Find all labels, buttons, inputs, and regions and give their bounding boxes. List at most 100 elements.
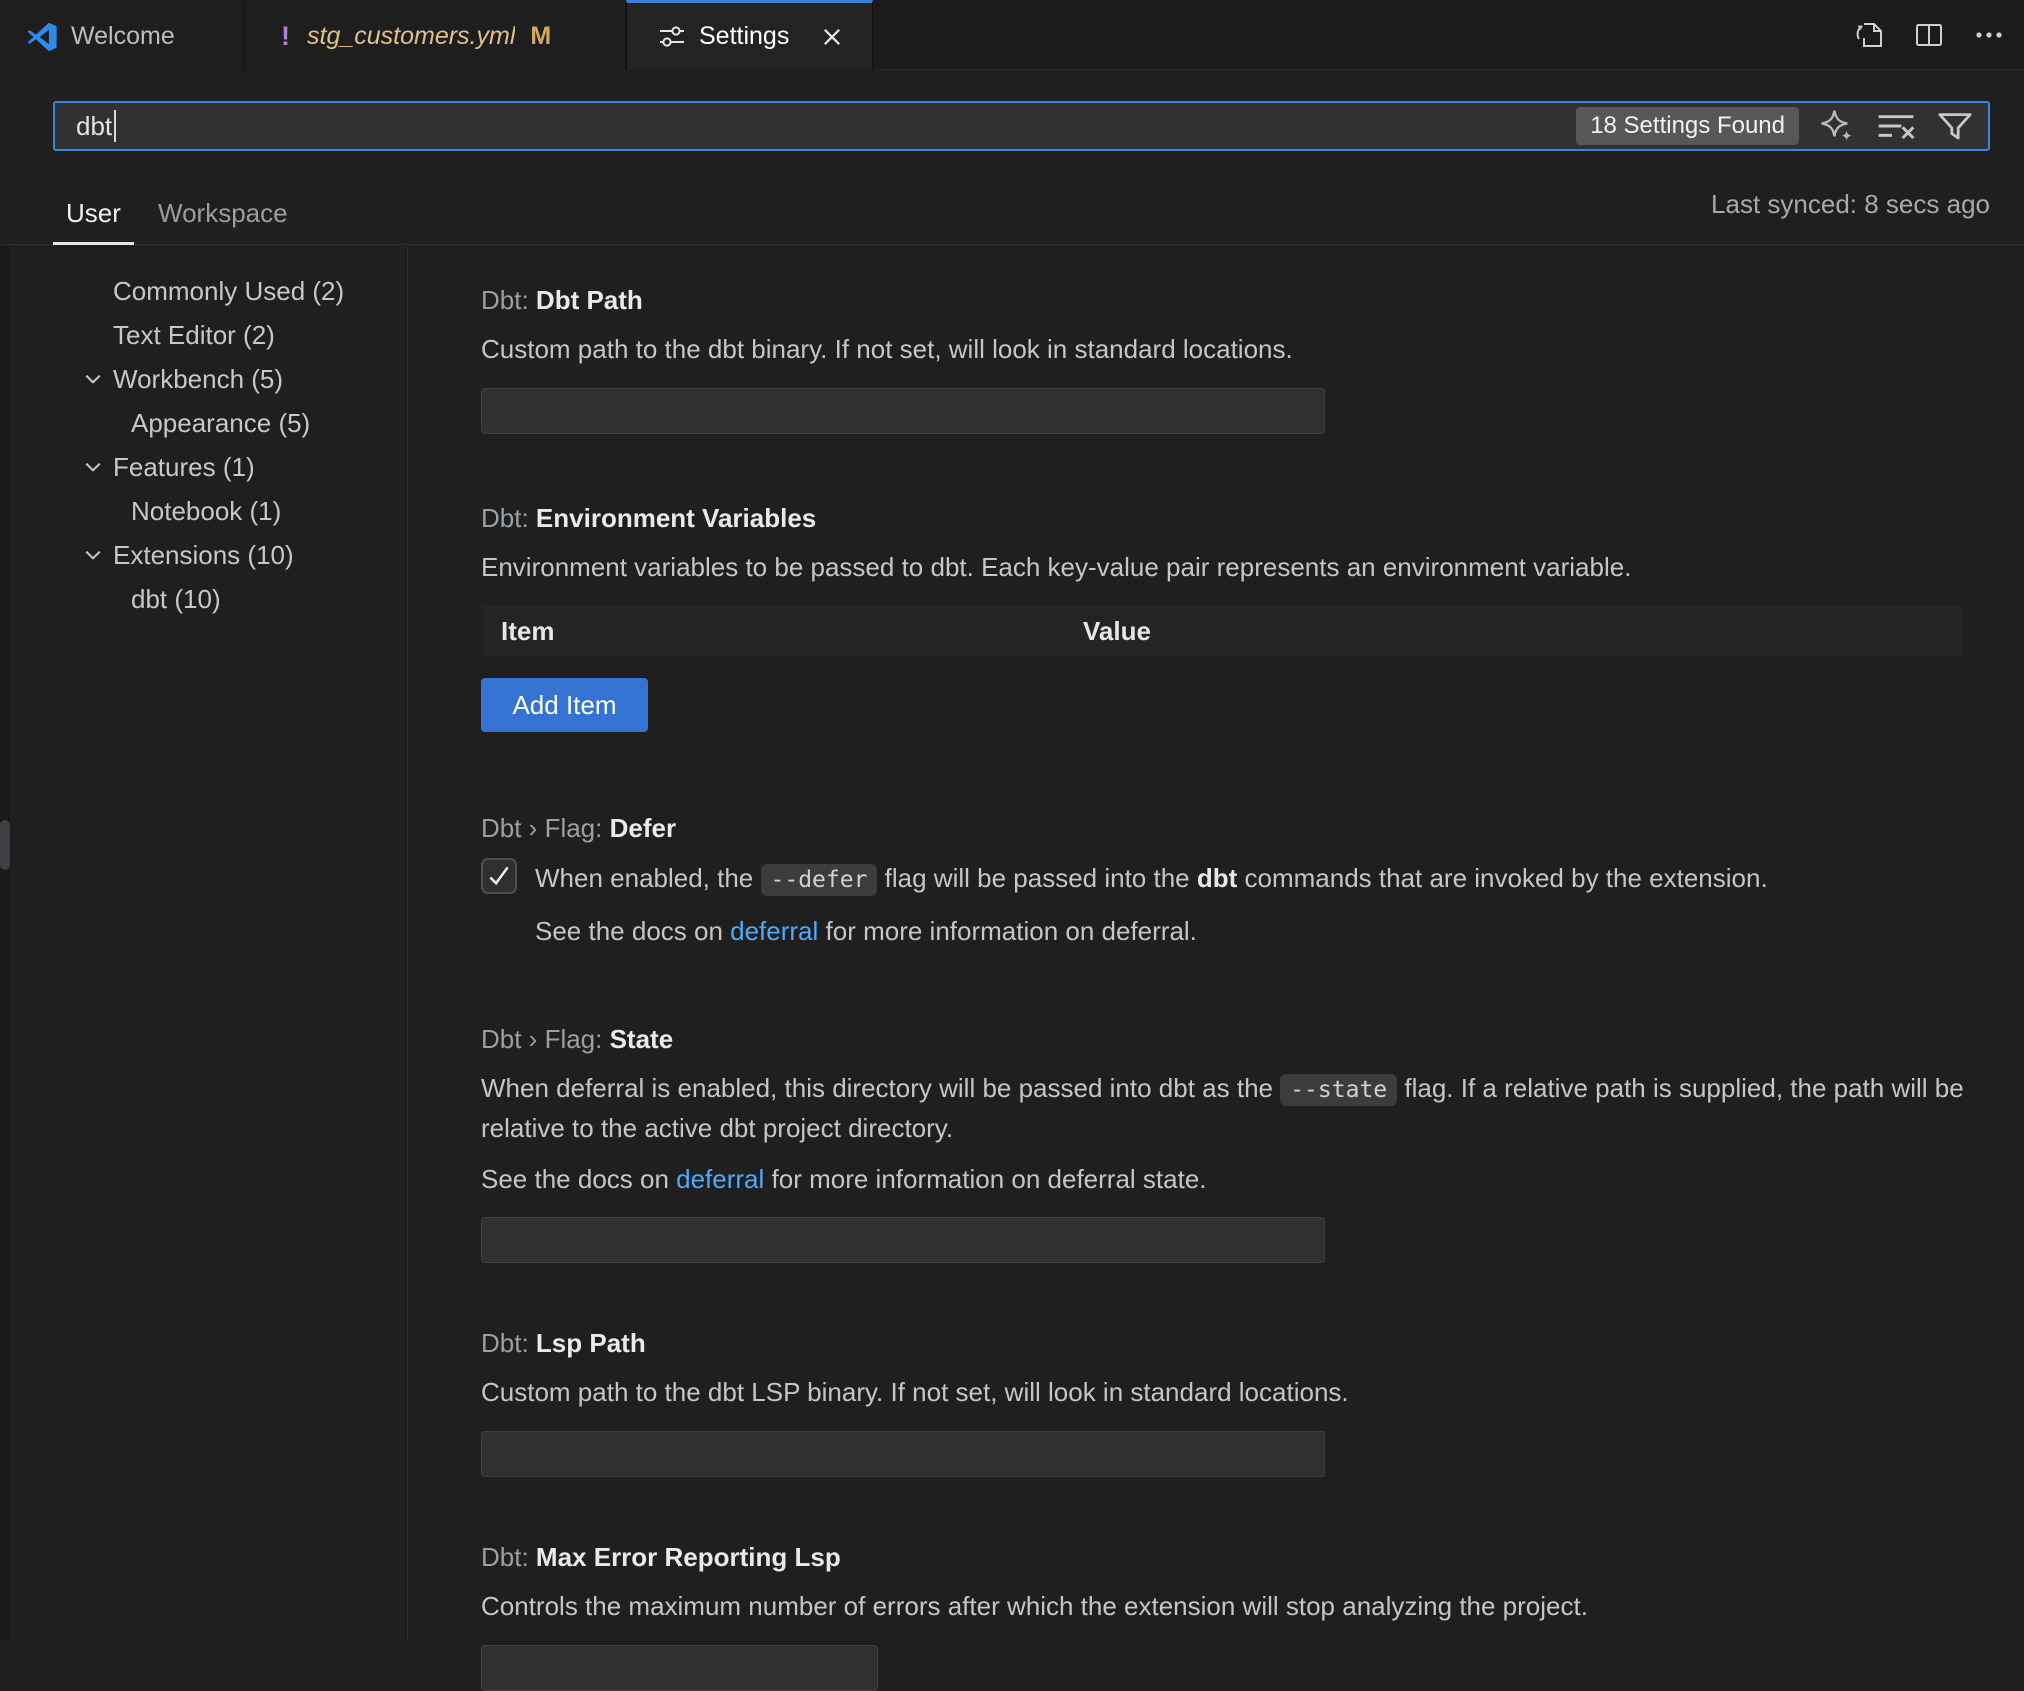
note-text: for more information on deferral state. bbox=[764, 1164, 1206, 1194]
tab-stg-customers[interactable]: ! stg_customers.yml M bbox=[245, 0, 626, 70]
desc-text: When enabled, the bbox=[535, 863, 761, 893]
open-settings-json-icon[interactable] bbox=[1852, 18, 1886, 52]
setting-name: Lsp Path bbox=[536, 1328, 646, 1358]
setting-name: Dbt Path bbox=[536, 285, 643, 315]
setting-category: Dbt: bbox=[481, 503, 536, 533]
state-path-input[interactable] bbox=[481, 1217, 1325, 1263]
toc-label: Workbench (5) bbox=[113, 364, 283, 395]
setting-description: Custom path to the dbt LSP binary. If no… bbox=[481, 1373, 1971, 1411]
column-header-value: Value bbox=[1083, 616, 1151, 647]
chevron-down-icon bbox=[84, 372, 102, 386]
modified-badge: M bbox=[530, 22, 551, 51]
toc-item-dbt[interactable]: dbt (10) bbox=[10, 577, 407, 621]
setting-title: Dbt: Lsp Path bbox=[481, 1326, 1990, 1360]
setting-flag-defer: Dbt › Flag: Defer When enabled, the --de… bbox=[481, 811, 1990, 949]
more-actions-icon[interactable] bbox=[1972, 18, 2006, 52]
note-text: See the docs on bbox=[481, 1164, 676, 1194]
setting-title: Dbt: Environment Variables bbox=[481, 501, 1990, 535]
setting-category: Dbt: bbox=[481, 285, 536, 315]
tab-welcome[interactable]: Welcome bbox=[0, 0, 245, 70]
toc-label: Commonly Used (2) bbox=[113, 276, 344, 307]
deferral-docs-link[interactable]: deferral bbox=[730, 916, 818, 946]
search-query-text: dbt bbox=[76, 111, 112, 142]
toc-label: Text Editor (2) bbox=[113, 320, 275, 351]
left-scroll-rail bbox=[0, 246, 10, 1640]
env-vars-table: Item Value bbox=[481, 606, 1963, 656]
settings-list: Dbt: Dbt Path Custom path to the dbt bin… bbox=[481, 246, 1990, 1691]
toc-item-notebook[interactable]: Notebook (1) bbox=[10, 489, 407, 533]
editor-actions bbox=[1852, 0, 2024, 69]
setting-note: See the docs on deferral for more inform… bbox=[535, 913, 1990, 949]
settings-search-row: dbt 18 Settings Found bbox=[0, 71, 2024, 151]
defer-checkbox-row: When enabled, the --defer flag will be p… bbox=[481, 858, 1990, 899]
problem-marker: ! bbox=[281, 21, 290, 52]
toc-item-appearance[interactable]: Appearance (5) bbox=[10, 401, 407, 445]
toc-item-commonly-used[interactable]: Commonly Used (2) bbox=[10, 269, 407, 313]
setting-title: Dbt: Max Error Reporting Lsp bbox=[481, 1540, 1990, 1574]
setting-description: Environment variables to be passed to db… bbox=[481, 548, 1971, 586]
settings-sliders-icon bbox=[657, 22, 687, 52]
ai-search-sparkle-icon[interactable] bbox=[1816, 105, 1858, 147]
scrollbar-thumb[interactable] bbox=[0, 820, 10, 870]
setting-description: Controls the maximum number of errors af… bbox=[481, 1587, 1971, 1625]
add-item-button[interactable]: Add Item bbox=[481, 678, 648, 732]
setting-dbt-path: Dbt: Dbt Path Custom path to the dbt bin… bbox=[481, 283, 1990, 434]
toc-item-extensions[interactable]: Extensions (10) bbox=[10, 533, 407, 577]
dbt-path-input[interactable] bbox=[481, 388, 1325, 434]
chevron-down-icon bbox=[84, 548, 102, 562]
tab-settings-label: Settings bbox=[699, 22, 789, 51]
setting-name: Max Error Reporting Lsp bbox=[536, 1542, 841, 1572]
setting-description: Custom path to the dbt binary. If not se… bbox=[481, 330, 1971, 368]
setting-title: Dbt › Flag: Defer bbox=[481, 811, 1990, 845]
toc-item-text-editor[interactable]: Text Editor (2) bbox=[10, 313, 407, 357]
editor-tab-bar: Welcome ! stg_customers.yml M Settings bbox=[0, 0, 2024, 70]
toc-item-features[interactable]: Features (1) bbox=[10, 445, 407, 489]
desc-text-bold: dbt bbox=[1197, 863, 1237, 893]
filter-funnel-icon[interactable] bbox=[1934, 105, 1976, 147]
note-text: See the docs on bbox=[535, 916, 730, 946]
toc-label: Extensions (10) bbox=[113, 540, 294, 571]
settings-scope-bar: User Workspace Last synced: 8 secs ago bbox=[0, 151, 2024, 245]
setting-description: When enabled, the --defer flag will be p… bbox=[535, 858, 1768, 899]
close-tab-icon[interactable] bbox=[815, 20, 849, 54]
split-editor-icon[interactable] bbox=[1912, 18, 1946, 52]
setting-category: Dbt › Flag: bbox=[481, 1024, 610, 1054]
toc-label: Features (1) bbox=[113, 452, 255, 483]
tab-settings[interactable]: Settings bbox=[626, 0, 873, 70]
setting-max-error-reporting: Dbt: Max Error Reporting Lsp Controls th… bbox=[481, 1540, 1990, 1691]
toc-label: Notebook (1) bbox=[131, 496, 281, 527]
search-controls: 18 Settings Found bbox=[1576, 105, 1976, 147]
vscode-logo-icon bbox=[26, 21, 58, 53]
max-error-input[interactable] bbox=[481, 1645, 878, 1691]
setting-name: Environment Variables bbox=[536, 503, 816, 533]
defer-checkbox[interactable] bbox=[481, 858, 517, 894]
setting-category: Dbt › Flag: bbox=[481, 813, 610, 843]
setting-flag-state: Dbt › Flag: State When deferral is enabl… bbox=[481, 1022, 1990, 1263]
settings-search-input[interactable]: dbt 18 Settings Found bbox=[53, 101, 1990, 151]
setting-title: Dbt: Dbt Path bbox=[481, 283, 1990, 317]
lsp-path-input[interactable] bbox=[481, 1431, 1325, 1477]
setting-lsp-path: Dbt: Lsp Path Custom path to the dbt LSP… bbox=[481, 1326, 1990, 1477]
last-synced-status: Last synced: 8 secs ago bbox=[1711, 189, 1990, 220]
setting-name: Defer bbox=[610, 813, 676, 843]
setting-category: Dbt: bbox=[481, 1542, 536, 1572]
setting-category: Dbt: bbox=[481, 1328, 536, 1358]
code-state-flag: --state bbox=[1280, 1074, 1397, 1106]
deferral-docs-link[interactable]: deferral bbox=[676, 1164, 764, 1194]
scope-tab-workspace[interactable]: Workspace bbox=[145, 185, 301, 245]
settings-toc: Commonly Used (2) Text Editor (2) Workbe… bbox=[10, 246, 408, 1640]
toc-item-workbench[interactable]: Workbench (5) bbox=[10, 357, 407, 401]
scope-tab-user[interactable]: User bbox=[53, 185, 134, 245]
text-cursor bbox=[114, 110, 116, 142]
setting-environment-variables: Dbt: Environment Variables Environment v… bbox=[481, 501, 1990, 732]
tab-file-label: stg_customers.yml bbox=[307, 22, 515, 51]
toc-label: dbt (10) bbox=[131, 584, 221, 615]
setting-note: See the docs on deferral for more inform… bbox=[481, 1161, 1990, 1197]
desc-text: commands that are invoked by the extensi… bbox=[1237, 863, 1767, 893]
code-defer-flag: --defer bbox=[761, 864, 878, 896]
desc-text: flag will be passed into the bbox=[877, 863, 1196, 893]
note-text: for more information on deferral. bbox=[818, 916, 1197, 946]
chevron-down-icon bbox=[84, 460, 102, 474]
setting-title: Dbt › Flag: State bbox=[481, 1022, 1990, 1056]
clear-search-filters-icon[interactable] bbox=[1875, 105, 1917, 147]
